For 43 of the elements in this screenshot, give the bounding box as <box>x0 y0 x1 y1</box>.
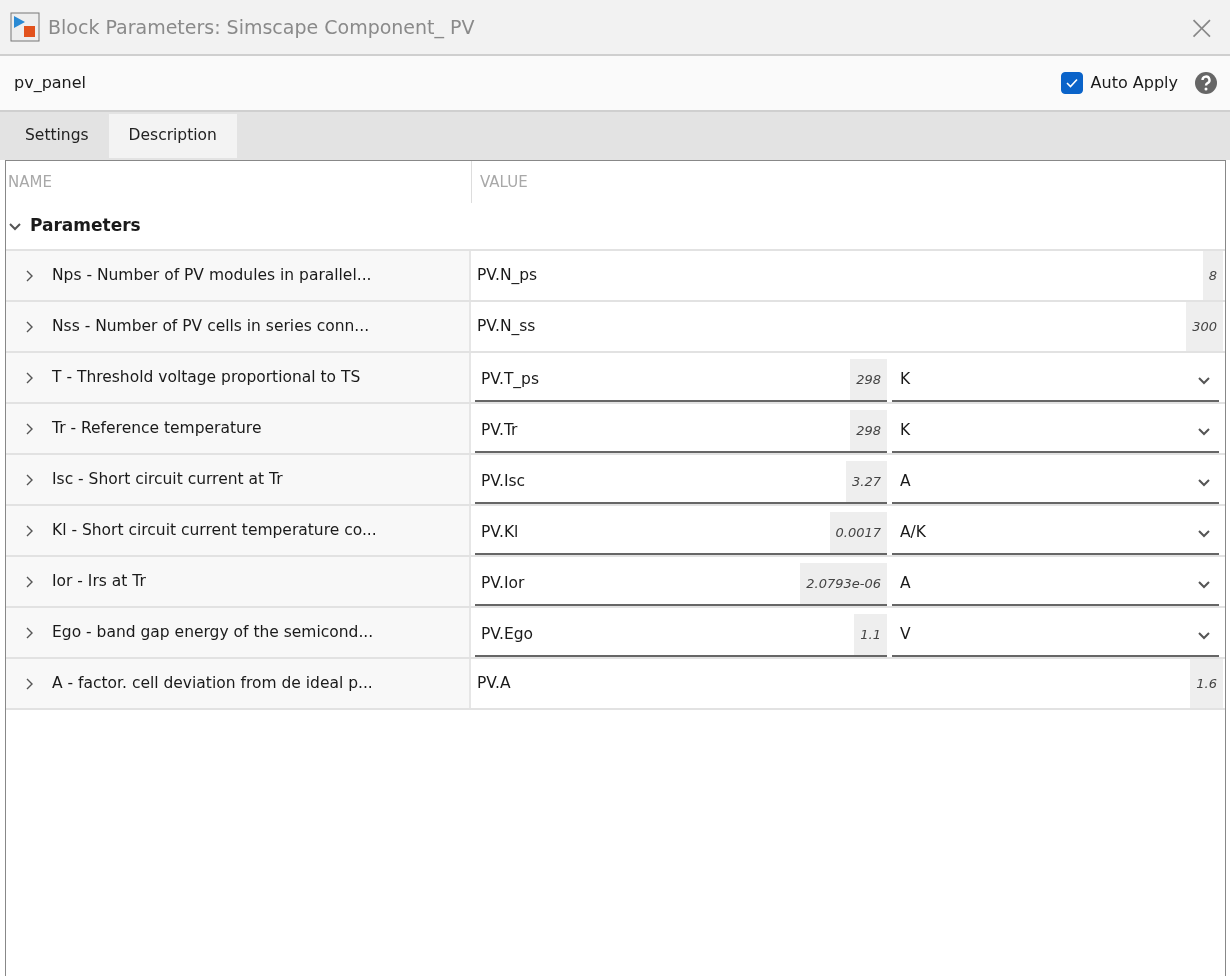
field-value: PV.T_ps <box>481 368 539 390</box>
field-value: PV.N_ps <box>477 264 538 286</box>
parameter-name: T - Threshold voltage proportional to TS <box>52 366 361 388</box>
field-value: PV.Tr <box>481 419 518 441</box>
field-value: PV.N_ss <box>477 315 536 337</box>
evaluated-value: 3.27 <box>846 461 887 502</box>
parameter-name: A - factor. cell deviation from de ideal p... <box>52 672 373 694</box>
parameter-name: Tr - Reference temperature <box>52 417 262 439</box>
tab[interactable]: Description <box>108 114 237 158</box>
parameter-name: Isc - Short circuit current at Tr <box>52 468 283 490</box>
field-value: PV.A <box>477 672 511 694</box>
value-field[interactable]: PV.Ego 1.1 <box>475 614 887 657</box>
value-field[interactable]: PV.Tr 298 <box>475 410 887 453</box>
field-value: PV.Ego <box>481 623 533 645</box>
field-value: PV.Ior <box>481 572 525 594</box>
evaluated-value: 0.0017 <box>829 512 887 553</box>
column-header: VALUE <box>471 161 528 203</box>
evaluated-value: 298 <box>850 359 887 400</box>
value-field[interactable]: PV.Isc 3.27 <box>475 461 887 504</box>
evaluated-value: 300 <box>1186 302 1223 351</box>
value-field[interactable]: PV.T_ps 298 <box>475 359 887 402</box>
evaluated-value: 298 <box>850 410 887 451</box>
parameter-name: Kl - Short circuit current temperature co... <box>52 519 377 541</box>
field-value: PV.Kl <box>481 521 519 543</box>
parameter-name: Nss - Number of PV cells in series conn... <box>52 315 370 337</box>
value-field[interactable]: PV.Ior 2.0793e-06 <box>475 563 887 606</box>
value-field[interactable]: PV.Kl 0.0017 <box>475 512 887 555</box>
app-icon <box>10 12 40 42</box>
parameter-name: Nps - Number of PV modules in parallel... <box>52 264 372 286</box>
window-title: Block Parameters: Simscape Component_ PV <box>48 14 475 41</box>
evaluated-value: 1.1 <box>854 614 887 655</box>
field-value: PV.Isc <box>481 470 526 492</box>
auto-apply-checkbox[interactable]: Auto Apply <box>1060 71 1178 95</box>
column-header: NAME <box>7 171 53 193</box>
evaluated-value: 8 <box>1202 251 1223 300</box>
parameter-name: Ior - Irs at Tr <box>52 570 146 592</box>
checkmark-icon <box>1064 76 1079 90</box>
block-name: pv_panel <box>14 72 86 94</box>
evaluated-value: 1.6 <box>1190 659 1223 708</box>
help-icon[interactable] <box>1194 71 1218 95</box>
evaluated-value: 2.0793e-06 <box>800 563 887 604</box>
parameter-name: Ego - band gap energy of the semicond... <box>52 621 374 643</box>
group-title: Parameters <box>30 214 141 238</box>
